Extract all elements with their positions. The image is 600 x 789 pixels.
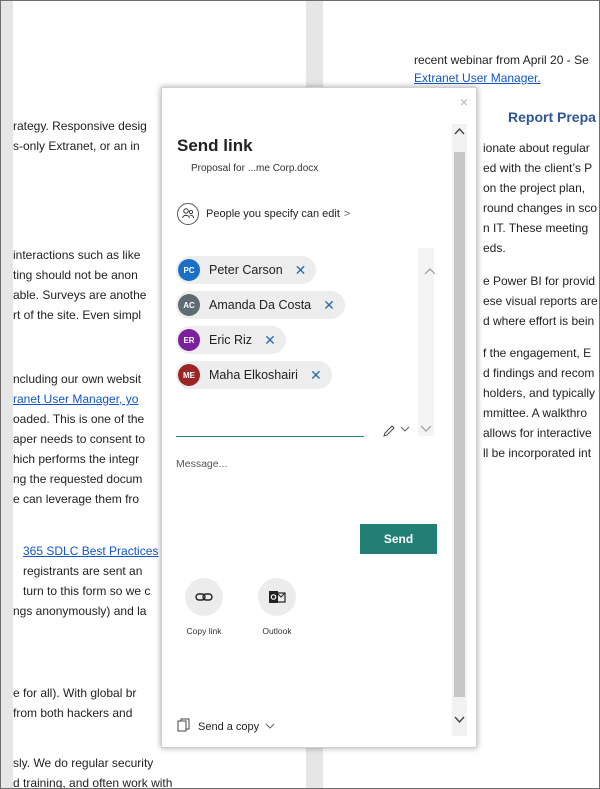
link-icon: [185, 578, 223, 616]
send-a-copy-button[interactable]: Send a copy: [177, 718, 275, 735]
recipients-field[interactable]: PC Peter Carson ✕ AC Amanda Da Costa ✕ E…: [176, 248, 434, 436]
permission-label: People you specify can edit: [206, 208, 340, 220]
doc-line: d findings and recom: [483, 366, 595, 380]
doc-line: e can leverage them fro: [13, 492, 140, 506]
recipient-name: Amanda Da Costa: [209, 298, 312, 312]
doc-line: ed with the client’s P: [483, 161, 593, 175]
doc-line: ngs anonymously) and la: [13, 604, 147, 618]
dialog-scrollbar[interactable]: [452, 124, 467, 736]
doc-line: oaded. This is one of the: [13, 412, 145, 426]
doc-line: rt of the site. Even simpl: [13, 308, 142, 322]
doc-line: eds.: [483, 241, 506, 255]
dialog-title: Send link: [177, 136, 253, 155]
doc-line: aper needs to consent to: [13, 432, 146, 446]
doc-line: ng the requested docum: [13, 472, 143, 486]
close-icon[interactable]: ×: [460, 94, 468, 110]
doc-line: n IT. These meeting: [483, 221, 589, 235]
copy-icon: [177, 718, 190, 735]
copy-link-label: Copy link: [186, 626, 222, 636]
copy-link-button[interactable]: Copy link: [174, 578, 234, 636]
add-recipient-input[interactable]: [176, 436, 364, 437]
doc-line: ncluding our own websit: [13, 372, 142, 386]
scroll-up-icon[interactable]: [454, 126, 465, 138]
remove-recipient-icon[interactable]: ✕: [323, 297, 335, 314]
doc-line: ting should not be anon: [13, 268, 138, 282]
chevron-right-icon: >: [343, 208, 351, 220]
doc-line: rategy. Responsive desig: [13, 119, 147, 133]
doc-line: from both hackers and: [13, 706, 133, 720]
doc-line: ese visual reports are: [483, 294, 598, 308]
doc-line: sly. We do regular security: [13, 756, 154, 770]
doc-line: registrants are sent an: [23, 564, 143, 578]
send-button[interactable]: Send: [360, 524, 437, 554]
doc-line: mmittee. A walkthro: [483, 406, 588, 420]
doc-line: recent webinar from April 20 - Se: [414, 53, 589, 67]
outlook-icon: [258, 578, 296, 616]
doc-line: s-only Extranet, or an in: [13, 139, 140, 153]
doc-line: turn to this form so we c: [23, 584, 151, 598]
doc-line: on the project plan,: [483, 181, 586, 195]
doc-line: interactions such as like: [13, 248, 141, 262]
scrollbar-thumb[interactable]: [454, 152, 465, 697]
doc-line: holders, and typically: [483, 386, 596, 400]
chevron-down-icon[interactable]: [400, 424, 410, 436]
doc-line: d where effort is bein: [483, 314, 595, 328]
outlook-button[interactable]: Outlook: [247, 578, 307, 636]
remove-recipient-icon[interactable]: ✕: [310, 367, 322, 384]
section-heading: Report Prepa: [508, 109, 596, 125]
chevron-down-icon[interactable]: [420, 424, 432, 436]
avatar: ER: [178, 329, 200, 351]
doc-line: f the engagement, E: [483, 346, 592, 360]
doc-line: round changes in sco: [483, 201, 598, 215]
recipient-name: Eric Riz: [209, 333, 253, 347]
permission-settings-button[interactable]: People you specify can edit >: [177, 203, 350, 225]
doc-link[interactable]: Extranet User Manager.: [414, 71, 541, 85]
pencil-icon[interactable]: [382, 424, 396, 441]
doc-line: able. Surveys are anothe: [13, 288, 147, 302]
recipient-chip[interactable]: ME Maha Elkoshairi ✕: [176, 361, 332, 389]
doc-link[interactable]: 365 SDLC Best Practices: [23, 544, 158, 558]
recipient-name: Peter Carson: [209, 263, 283, 277]
recipient-name: Maha Elkoshairi: [209, 368, 298, 382]
doc-line: e Power BI for provid: [483, 274, 596, 288]
message-input[interactable]: Message...: [176, 458, 227, 470]
send-link-dialog: × Send link Proposal for ...me Corp.docx…: [161, 87, 477, 748]
people-icon: [177, 203, 199, 225]
avatar: AC: [178, 294, 200, 316]
doc-line: hich performs the integr: [13, 452, 140, 466]
doc-link[interactable]: ranet User Manager, yo: [13, 392, 138, 406]
doc-line: ionate about regular: [483, 141, 590, 155]
chevron-up-icon[interactable]: [424, 264, 436, 278]
doc-line: allows for interactive: [483, 426, 592, 440]
avatar: ME: [178, 364, 200, 386]
outlook-label: Outlook: [262, 626, 292, 636]
remove-recipient-icon[interactable]: ✕: [295, 262, 307, 279]
avatar: PC: [178, 259, 200, 281]
doc-line: e for all). With global br: [13, 686, 137, 700]
doc-line: d training, and often work with: [13, 776, 173, 788]
recipient-chip[interactable]: ER Eric Riz ✕: [176, 326, 286, 354]
send-a-copy-label: Send a copy: [198, 720, 260, 733]
file-name: Proposal for ...me Corp.docx: [191, 163, 319, 174]
doc-line: ll be incorporated int: [483, 446, 592, 460]
recipient-chip[interactable]: AC Amanda Da Costa ✕: [176, 291, 345, 319]
chevron-down-icon: [265, 721, 275, 733]
remove-recipient-icon[interactable]: ✕: [264, 332, 276, 349]
scroll-down-icon[interactable]: [454, 715, 465, 727]
recipient-chip[interactable]: PC Peter Carson ✕: [176, 256, 317, 284]
